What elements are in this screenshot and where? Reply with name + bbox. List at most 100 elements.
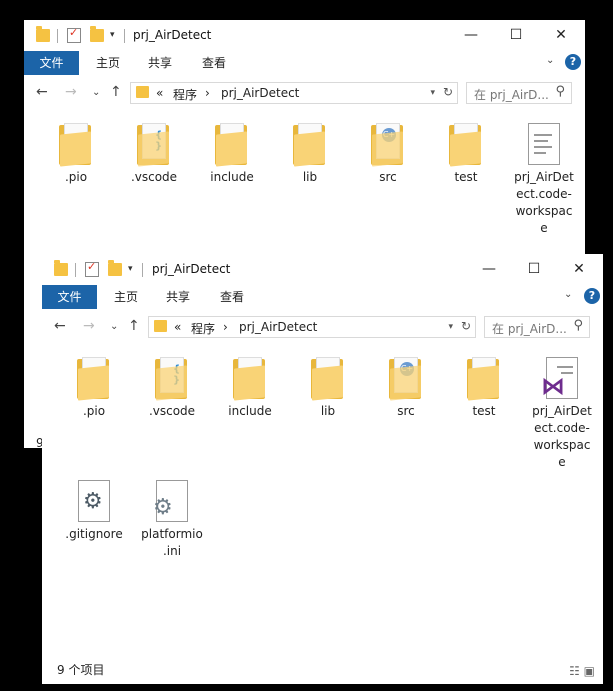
tab-view[interactable]: 查看: [212, 285, 252, 309]
list-item[interactable]: test: [433, 123, 499, 186]
settings-file-icon: ⚙: [78, 480, 110, 522]
list-item[interactable]: lib: [295, 357, 361, 420]
list-item[interactable]: test: [451, 357, 517, 420]
workspace-file-icon: ⋈: [541, 357, 578, 400]
list-item[interactable]: C+ src: [373, 357, 439, 420]
close-button[interactable]: ✕: [545, 24, 577, 46]
ini-file-icon: ⚙: [153, 480, 188, 522]
properties-icon[interactable]: [67, 26, 81, 43]
recent-locations-icon[interactable]: ⌄: [92, 87, 100, 98]
folder-icon: [293, 123, 327, 167]
large-icons-view-icon[interactable]: ▣: [584, 664, 595, 678]
address-overflow[interactable]: «: [174, 320, 181, 334]
forward-arrow-icon[interactable]: →: [65, 84, 77, 100]
tab-view[interactable]: 查看: [194, 51, 234, 75]
tab-share[interactable]: 共享: [158, 285, 198, 309]
recent-locations-icon[interactable]: ⌄: [110, 321, 118, 332]
breadcrumb-programs[interactable]: 程序: [173, 86, 197, 103]
title-bar: ▾ prj_AirDetect — ☐ ✕: [24, 20, 585, 51]
tab-home[interactable]: 主页: [88, 51, 128, 75]
separator: [124, 29, 125, 43]
list-item[interactable]: prj_AirDet ect.code- workspac e: [511, 123, 577, 237]
navigation-bar: ← → ⌄ ↑ « 程序 › prj_AirDetect ▾ ↻ 在 prj_A…: [42, 313, 603, 341]
search-placeholder: 在 prj_AirD...: [492, 322, 567, 336]
close-button[interactable]: ✕: [563, 258, 595, 280]
tab-home[interactable]: 主页: [106, 285, 146, 309]
search-box[interactable]: 在 prj_AirD... ⚲: [466, 82, 572, 104]
maximize-button[interactable]: ☐: [518, 258, 550, 280]
maximize-button[interactable]: ☐: [500, 24, 532, 46]
folder-icon: [449, 123, 483, 167]
folder-icon: [54, 260, 68, 276]
list-item[interactable]: lib: [277, 123, 343, 186]
breadcrumb-separator[interactable]: ›: [223, 320, 228, 334]
breadcrumb-separator[interactable]: ›: [205, 86, 210, 100]
separator: [75, 263, 76, 277]
list-item[interactable]: ⋈ prj_AirDet ect.code- workspac e: [529, 357, 595, 471]
search-icon[interactable]: ⚲: [573, 318, 583, 333]
folder-icon: [36, 26, 50, 42]
properties-icon[interactable]: [85, 260, 99, 277]
ribbon: 文件 主页 共享 查看 ⌄ ?: [24, 51, 585, 75]
tab-share[interactable]: 共享: [140, 51, 180, 75]
help-icon[interactable]: ?: [565, 54, 581, 70]
refresh-icon[interactable]: ↻: [461, 319, 471, 333]
breadcrumb-programs[interactable]: 程序: [191, 320, 215, 337]
back-arrow-icon[interactable]: ←: [36, 84, 48, 100]
tab-file[interactable]: 文件: [24, 51, 79, 75]
ribbon: 文件 主页 共享 查看 ⌄ ?: [42, 285, 603, 309]
minimize-button[interactable]: —: [455, 24, 487, 46]
up-arrow-icon[interactable]: ↑: [128, 318, 140, 334]
address-bar[interactable]: « 程序 › prj_AirDetect ▾ ↻: [130, 82, 458, 104]
text-file-icon: [528, 123, 560, 165]
address-overflow[interactable]: «: [156, 86, 163, 100]
forward-arrow-icon[interactable]: →: [83, 318, 95, 334]
help-icon[interactable]: ?: [584, 288, 600, 304]
list-item[interactable]: C+ src: [355, 123, 421, 186]
tab-file[interactable]: 文件: [42, 285, 97, 309]
address-dropdown-icon[interactable]: ▾: [448, 322, 453, 332]
list-item[interactable]: .pio: [43, 123, 109, 186]
folder-icon: [154, 320, 167, 332]
folder-icon: [233, 357, 267, 401]
up-arrow-icon[interactable]: ↑: [110, 84, 122, 100]
address-dropdown-icon[interactable]: ▾: [430, 88, 435, 98]
expand-ribbon-icon[interactable]: ⌄: [564, 289, 572, 300]
details-view-icon[interactable]: ☷: [569, 664, 580, 678]
separator: [142, 263, 143, 277]
folder-icon: [136, 86, 149, 98]
folder-cpp-icon: C+: [371, 123, 405, 167]
folder-icon: [59, 123, 93, 167]
view-toggle[interactable]: ☷ ▣: [569, 664, 595, 678]
explorer-window-front: ▾ prj_AirDetect — ☐ ✕ 文件 主页 共享 查看 ⌄ ? ← …: [42, 254, 603, 684]
separator: [57, 29, 58, 43]
folder-cpp-icon: C+: [389, 357, 423, 401]
new-folder-icon[interactable]: [90, 26, 104, 42]
folder-icon: { }: [137, 123, 171, 167]
title-bar: ▾ prj_AirDetect — ☐ ✕: [42, 254, 603, 285]
list-item[interactable]: include: [217, 357, 283, 420]
quick-access-dropdown-icon[interactable]: ▾: [128, 264, 133, 280]
new-folder-icon[interactable]: [108, 260, 122, 276]
search-icon[interactable]: ⚲: [555, 84, 565, 99]
status-item-count: 9 个项目: [57, 663, 105, 677]
address-bar[interactable]: « 程序 › prj_AirDetect ▾ ↻: [148, 316, 476, 338]
folder-icon: [77, 357, 111, 401]
back-arrow-icon[interactable]: ←: [54, 318, 66, 334]
list-item[interactable]: ⚙ .gitignore: [61, 480, 127, 543]
folder-icon: [311, 357, 345, 401]
folder-icon: [467, 357, 501, 401]
navigation-bar: ← → ⌄ ↑ « 程序 › prj_AirDetect ▾ ↻ 在 prj_A…: [24, 79, 585, 107]
minimize-button[interactable]: —: [473, 258, 505, 280]
expand-ribbon-icon[interactable]: ⌄: [546, 55, 554, 66]
refresh-icon[interactable]: ↻: [443, 85, 453, 99]
list-item[interactable]: { } .vscode: [139, 357, 205, 420]
breadcrumb-current[interactable]: prj_AirDetect: [239, 320, 317, 334]
list-item[interactable]: include: [199, 123, 265, 186]
quick-access-dropdown-icon[interactable]: ▾: [110, 30, 115, 46]
list-item[interactable]: { } .vscode: [121, 123, 187, 186]
search-box[interactable]: 在 prj_AirD... ⚲: [484, 316, 590, 338]
list-item[interactable]: .pio: [61, 357, 127, 420]
list-item[interactable]: ⚙ platformio .ini: [139, 480, 205, 560]
breadcrumb-current[interactable]: prj_AirDetect: [221, 86, 299, 100]
